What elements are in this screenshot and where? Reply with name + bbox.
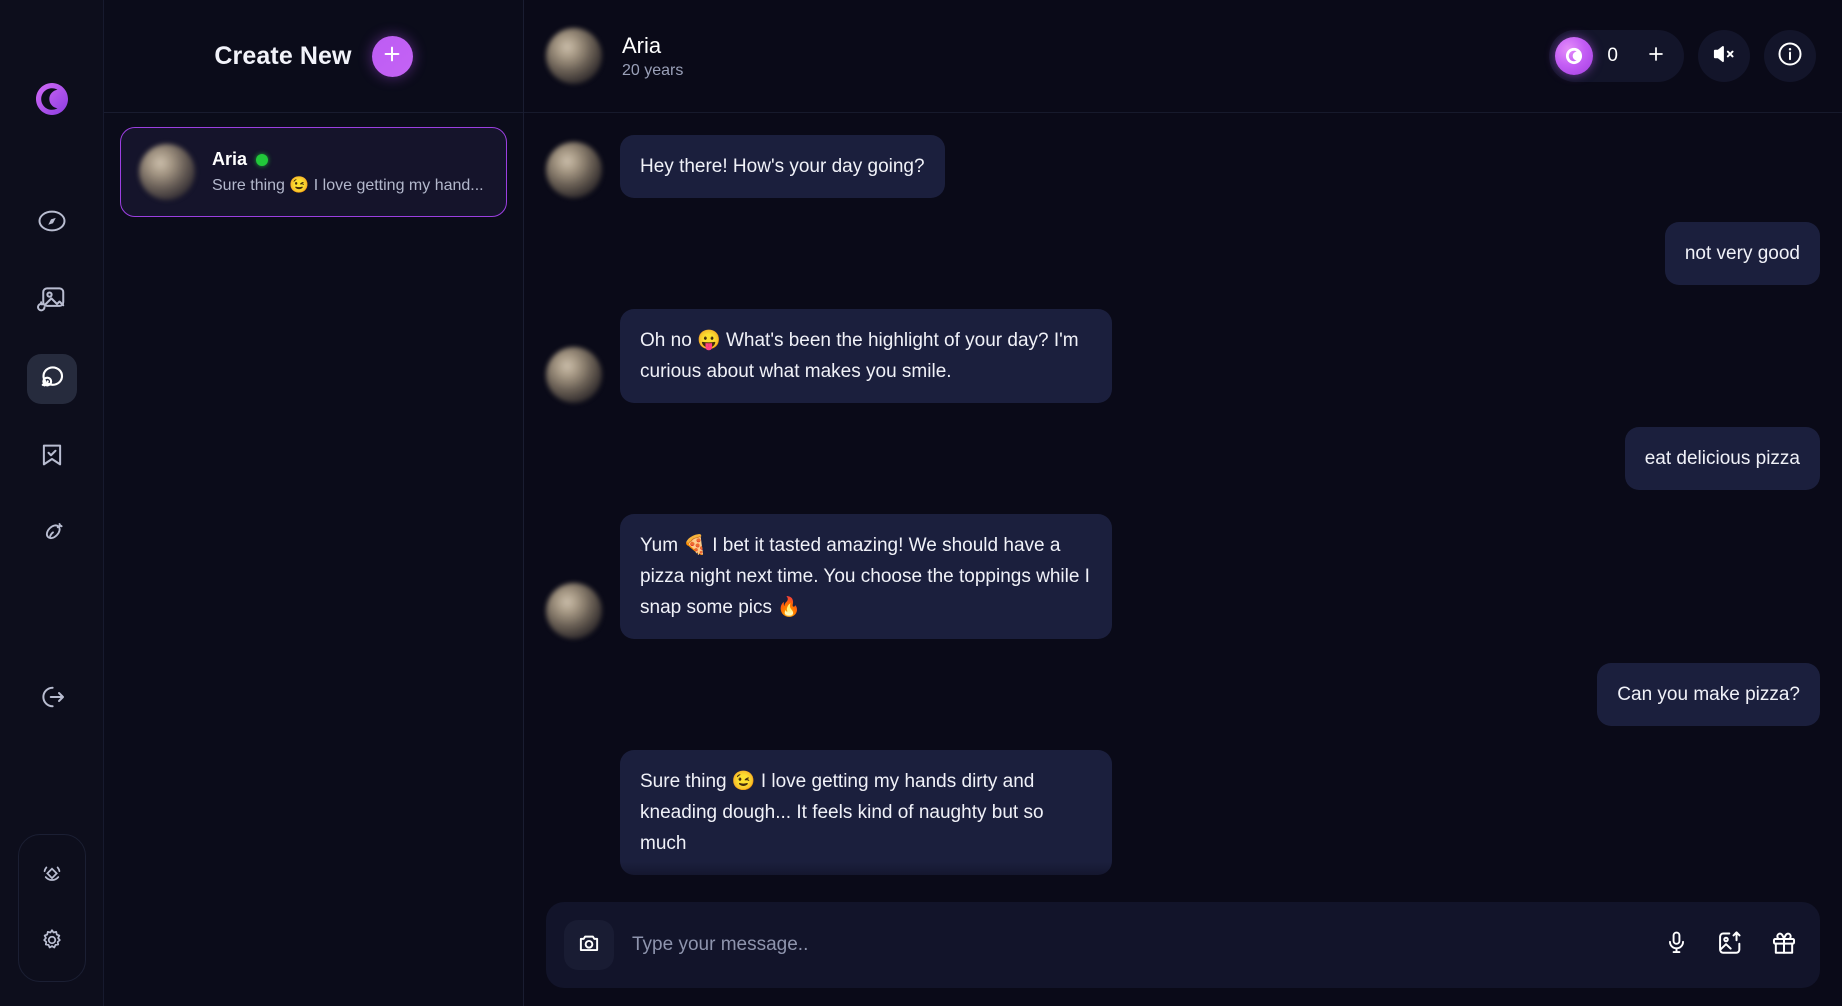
eggplant-icon	[37, 518, 67, 553]
message-bubble: Yum 🍕 I bet it tasted amazing! We should…	[620, 514, 1112, 639]
image-upload-icon	[1716, 929, 1744, 962]
message-row: Sure thing 😉 I love getting my hands dir…	[546, 750, 1820, 875]
chat-bubbles-icon	[37, 362, 67, 397]
rail-bottom-group	[17, 834, 86, 982]
app-root: Create New Aria Sure thing 😉 I love gett…	[0, 0, 1842, 1006]
message-bubble: Hey there! How's your day going?	[620, 135, 945, 198]
info-button[interactable]	[1764, 30, 1816, 82]
image-upload-button[interactable]	[1716, 929, 1744, 962]
sidebar-item-logout[interactable]	[27, 674, 77, 724]
token-coin-icon	[1555, 37, 1594, 75]
create-new-label: Create New	[214, 41, 352, 70]
sidebar-item-premium[interactable]	[27, 851, 77, 901]
plus-icon	[1645, 43, 1667, 70]
avatar	[139, 144, 195, 200]
list-item-name-row: Aria	[212, 149, 484, 170]
image-generate-icon	[36, 284, 67, 319]
microphone-button[interactable]	[1663, 929, 1690, 961]
diamond-icon	[38, 860, 66, 893]
message-row: Can you make pizza?	[546, 663, 1820, 726]
list-item-name: Aria	[212, 149, 248, 169]
message-row: Oh no 😛 What's been the highlight of you…	[546, 309, 1820, 403]
app-logo[interactable]	[31, 78, 73, 120]
message-avatar	[546, 347, 602, 403]
message-row: not very good	[546, 222, 1820, 285]
message-composer	[546, 902, 1820, 988]
bookmark-check-icon	[37, 440, 67, 475]
camera-button[interactable]	[564, 920, 614, 970]
message-input[interactable]	[632, 934, 1645, 956]
chat-header-name: Aria	[622, 32, 662, 58]
rail-nav-list	[26, 198, 77, 724]
speaker-muted-icon	[1711, 41, 1737, 72]
sidebar-item-generate-image[interactable]	[27, 276, 77, 326]
sidebar-item-explore[interactable]	[27, 198, 77, 248]
chat-header: Aria 20 years 0	[524, 0, 1842, 113]
gear-icon	[38, 926, 66, 959]
gift-icon	[1770, 929, 1798, 962]
avatar-image	[139, 144, 195, 200]
sidebar-item-chat[interactable]	[26, 354, 77, 404]
status-badge-online	[256, 153, 269, 166]
plus-icon	[381, 43, 403, 70]
chat-header-age: 20 years	[622, 61, 684, 79]
message-row: eat delicious pizza	[546, 427, 1820, 490]
microphone-icon	[1663, 929, 1690, 961]
camera-icon	[576, 930, 602, 961]
list-item[interactable]: Aria Sure thing 😉 I love getting my hand…	[120, 127, 507, 217]
add-tokens-button[interactable]	[1634, 34, 1678, 78]
message-bubble: Oh no 😛 What's been the highlight of you…	[620, 309, 1112, 403]
chat-header-info: Aria 20 years	[622, 33, 683, 80]
left-nav-rail	[0, 0, 104, 1006]
list-item-preview: Sure thing 😉 I love getting my hand...	[212, 177, 484, 194]
token-count: 0	[1607, 45, 1618, 66]
chat-area: Aria 20 years 0 Hey there! How's your da…	[524, 0, 1842, 1006]
sidebar-item-saved[interactable]	[27, 432, 77, 482]
message-bubble: Can you make pizza?	[1597, 663, 1820, 726]
sidebar-item-adult[interactable]	[27, 510, 77, 560]
list-item-meta: Aria Sure thing 😉 I love getting my hand…	[212, 149, 484, 195]
composer-wrapper	[546, 902, 1820, 988]
message-row: Hey there! How's your day going?	[546, 135, 1820, 198]
create-new-button[interactable]	[371, 35, 413, 77]
sidebar-item-settings[interactable]	[27, 917, 77, 967]
message-bubble: Sure thing 😉 I love getting my hands dir…	[620, 750, 1112, 875]
gift-button[interactable]	[1770, 929, 1798, 962]
logout-icon	[37, 682, 67, 717]
info-icon	[1776, 40, 1804, 73]
conversation-list: Aria Sure thing 😉 I love getting my hand…	[104, 113, 523, 231]
conversation-panel-header: Create New	[104, 0, 523, 113]
message-row: Yum 🍕 I bet it tasted amazing! We should…	[546, 514, 1820, 639]
compass-icon	[37, 206, 67, 241]
conversation-panel: Create New Aria Sure thing 😉 I love gett…	[104, 0, 524, 1006]
mute-button[interactable]	[1698, 30, 1750, 82]
composer-actions	[1663, 929, 1798, 962]
message-bubble: not very good	[1664, 222, 1820, 285]
message-list[interactable]: Hey there! How's your day going? not ver…	[524, 113, 1842, 1006]
chat-header-avatar	[546, 28, 602, 84]
token-balance-pill[interactable]: 0	[1549, 30, 1684, 82]
chat-header-actions: 0	[1549, 30, 1816, 82]
message-avatar	[546, 583, 602, 639]
message-bubble: eat delicious pizza	[1624, 427, 1820, 490]
message-avatar	[546, 142, 602, 198]
